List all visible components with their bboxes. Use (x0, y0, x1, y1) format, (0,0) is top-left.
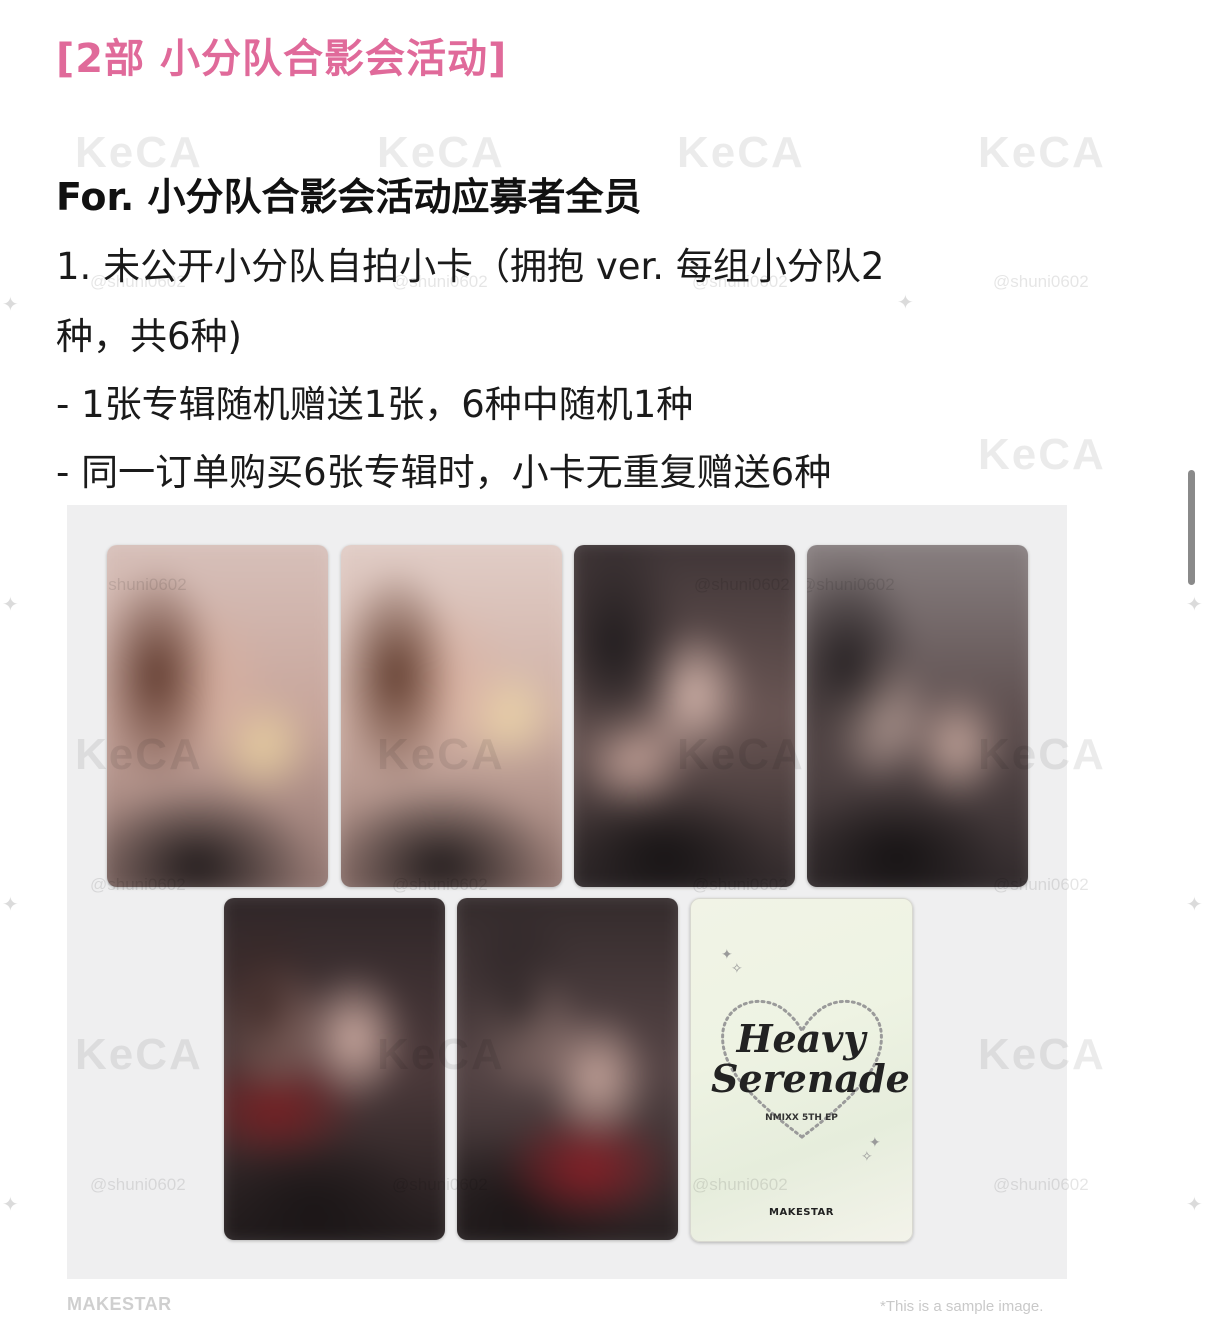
section-heading: [2部 小分队合影会活动] (56, 36, 508, 82)
handle-watermark: @shuni0602 (993, 875, 1089, 894)
body-line: - 1张专辑随机赠送1张，6种中随机1种 (56, 383, 694, 426)
photocard-panel: @shuni0602 @shuni0602 @shuni0602 ✦ ✧ ✦ ✧… (67, 505, 1104, 1279)
handle-watermark: @shuni0602 (392, 875, 488, 894)
sparkle-icon: ✦ (2, 592, 19, 616)
sample-image-note: *This is a sample image. (880, 1298, 1044, 1315)
body-line: - 同一订单购买6张专辑时，小卡无重复赠送6种 (56, 451, 832, 494)
keca-watermark: KeCA (377, 730, 505, 779)
keca-watermark: KeCA (978, 730, 1106, 779)
photocard: @shuni0602 (107, 545, 328, 887)
keca-watermark: KeCA (377, 1030, 505, 1079)
keca-watermark: KeCA (75, 1030, 203, 1079)
body-line: 1. 未公开小分队自拍小卡（拥抱 ver. 每组小分队2 (56, 245, 885, 288)
handle-watermark: @shuni0602 (692, 1175, 788, 1194)
sparkle-icon: ✦ (2, 292, 19, 316)
photocard: @shuni0602 (807, 545, 1028, 887)
footer-brand: MAKESTAR (67, 1294, 172, 1314)
album-subtitle: NMIXX 5TH EP (765, 1113, 838, 1123)
keca-watermark: KeCA (75, 730, 203, 779)
sparkle-icon: ✦ (1186, 592, 1203, 616)
handle-watermark: @shuni0602 (90, 1175, 186, 1194)
album-brand: MAKESTAR (769, 1207, 834, 1218)
sparkle-icon: ✧ (731, 961, 743, 977)
photocard (341, 545, 562, 887)
sparkle-icon: ✧ (861, 1149, 873, 1165)
handle-watermark: @shuni0602 (90, 875, 186, 894)
keca-watermark: KeCA (978, 1030, 1106, 1079)
sparkle-icon: ✦ (2, 892, 19, 916)
album-title-line1: Heavy (736, 1016, 866, 1061)
handle-watermark: @shuni0602 (107, 575, 187, 594)
sparkle-icon: ✦ (897, 290, 914, 314)
scrollbar[interactable] (1188, 470, 1195, 585)
keca-watermark: KeCA (677, 128, 805, 177)
handle-watermark: @shuni0602 (993, 272, 1089, 291)
handle-watermark: @shuni0602 (993, 1175, 1089, 1194)
handle-watermark: @shuni0602 (392, 1175, 488, 1194)
photocard: @shuni0602 (574, 545, 795, 887)
body-line: 种，共6种) (56, 315, 242, 358)
album-title-line2: Serenade (711, 1056, 910, 1101)
keca-watermark: KeCA (978, 430, 1106, 479)
sparkle-icon: ✦ (1186, 1192, 1203, 1216)
sparkle-icon: ✦ (1186, 892, 1203, 916)
handle-watermark: @shuni0602 (807, 575, 895, 594)
handle-watermark: @shuni0602 (694, 575, 790, 594)
keca-watermark: KeCA (978, 128, 1106, 177)
handle-watermark: @shuni0602 (692, 875, 788, 894)
for-line: For. 小分队合影会活动应募者全员 (56, 175, 642, 219)
keca-watermark: KeCA (677, 730, 805, 779)
sparkle-icon: ✦ (2, 1192, 19, 1216)
